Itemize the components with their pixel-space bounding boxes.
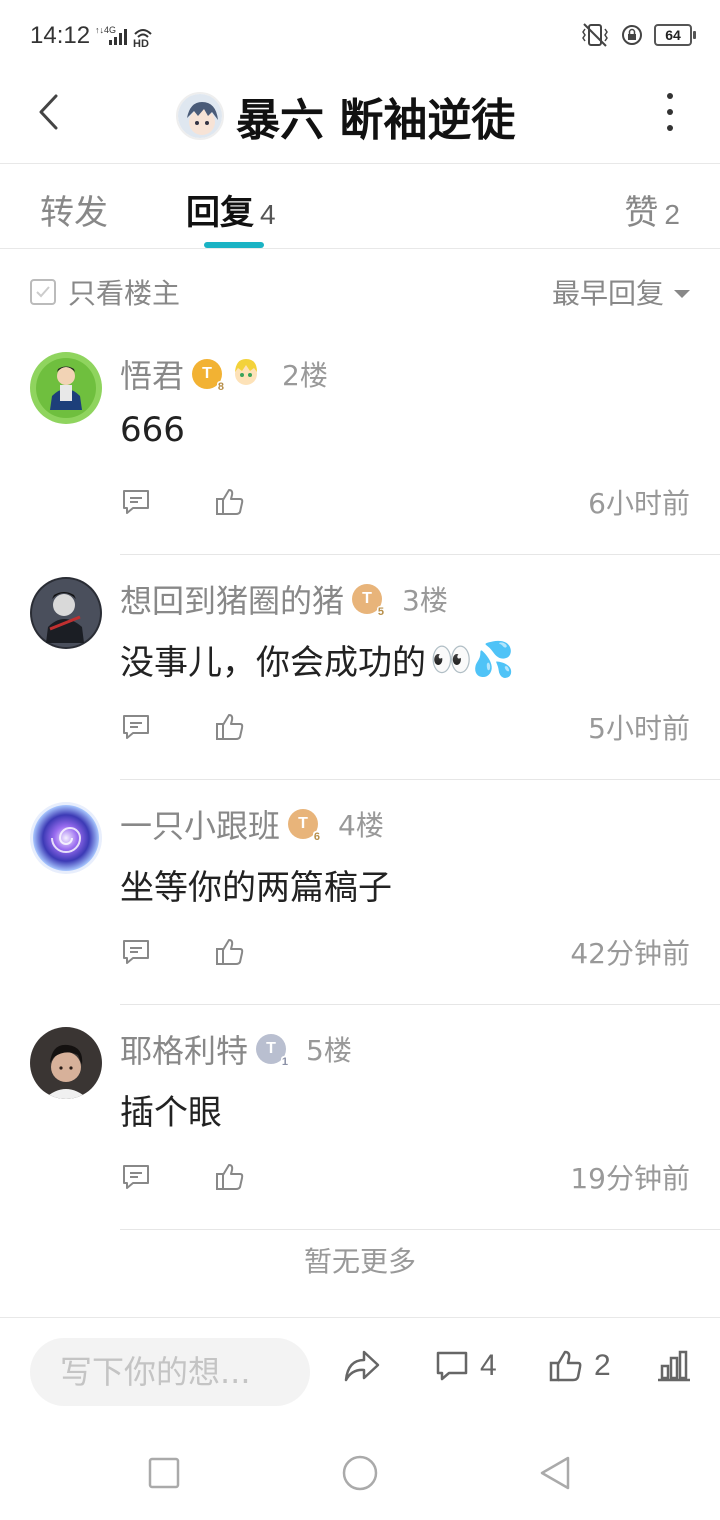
back-button[interactable] (28, 92, 68, 132)
floor-label: 2楼 (282, 359, 328, 392)
vibrate-icon (582, 23, 608, 47)
tab-replies[interactable]: 回复 4 (186, 185, 276, 234)
emoji-eyes-sweat: 👀💦 (430, 639, 515, 680)
share-arrow-icon (344, 1350, 380, 1382)
reply-time: 6小时前 (588, 487, 690, 520)
page-title: 暴六 断袖逆徒 (236, 95, 516, 146)
reply-content: 插个眼 (120, 1093, 222, 1133)
comment-icon[interactable] (120, 711, 152, 743)
reply-content: 没事儿，你会成功的 👀💦 (120, 639, 515, 684)
system-nav-bar (0, 1423, 720, 1520)
caret-down-icon (674, 290, 690, 298)
sort-dropdown[interactable]: 最早回复 (552, 272, 690, 312)
reply-time: 42分钟前 (570, 937, 690, 970)
author-avatar[interactable] (176, 92, 224, 140)
like-count-button[interactable]: 2 (548, 1348, 611, 1384)
svg-text:HD: HD (133, 38, 149, 48)
comment-count-button[interactable]: 4 (434, 1348, 497, 1384)
avatar[interactable] (30, 1027, 102, 1099)
fan-badge-icon (230, 356, 262, 392)
reply-actions: 19分钟前 (120, 1155, 690, 1199)
username[interactable]: 想回到猪圈的猪 (120, 576, 344, 622)
only-op-toggle[interactable]: 只看楼主 (30, 272, 180, 312)
level-badge-icon: T8 (192, 359, 226, 393)
replies-count: 4 (260, 199, 276, 230)
likes-count: 2 (664, 199, 680, 230)
floor-label: 4楼 (338, 809, 384, 842)
level-badge-icon: T5 (352, 584, 386, 618)
reply-item[interactable]: 悟君 T8 2楼 666 6小时前 (0, 330, 720, 555)
no-more-label: 暂无更多 (303, 1245, 416, 1278)
level-badge-icon: T1 (256, 1034, 290, 1068)
comment-icon[interactable] (120, 1161, 152, 1193)
share-button[interactable] (342, 1348, 382, 1384)
divider (120, 1229, 720, 1230)
reply-meta: 悟君 T8 2楼 (120, 352, 328, 396)
reply-actions: 5小时前 (120, 705, 690, 749)
comment-icon[interactable] (120, 936, 152, 968)
status-bar: 14:12 ↑↓ 4G HD 64 (0, 0, 720, 70)
checkbox-icon[interactable] (30, 279, 56, 305)
level-badge-icon: T6 (288, 809, 322, 843)
reply-content: 666 (120, 410, 185, 450)
sort-label: 最早回复 (551, 277, 664, 310)
battery-indicator: 64 (654, 24, 696, 46)
back-triangle-icon[interactable] (536, 1453, 576, 1493)
bottom-action-bar: 4 2 (0, 1317, 720, 1423)
bar-chart-icon (658, 1350, 690, 1382)
reply-item[interactable]: 一只小跟班 T6 4楼 坐等你的两篇稿子 42分钟前 (0, 780, 720, 1005)
reply-item[interactable]: 耶格利特 T1 5楼 插个眼 19分钟前 (0, 1005, 720, 1230)
like-icon[interactable] (214, 1161, 246, 1193)
title-wrap[interactable]: 暴六 断袖逆徒 (176, 84, 515, 148)
reply-meta: 想回到猪圈的猪 T5 3楼 (120, 577, 448, 621)
chevron-left-icon (39, 94, 58, 130)
like-icon[interactable] (214, 711, 246, 743)
like-icon (549, 1350, 582, 1382)
username[interactable]: 耶格利特 (120, 1026, 248, 1072)
username[interactable]: 悟君 (120, 351, 184, 397)
avatar[interactable] (30, 352, 102, 424)
top-bar: 暴六 断袖逆徒 (0, 70, 720, 164)
home-icon[interactable] (340, 1453, 380, 1493)
status-time: 14:12 (30, 22, 91, 49)
tabs: 转发 回复 4 赞 2 (0, 165, 720, 249)
tab-likes[interactable]: 赞 2 (624, 185, 680, 234)
reply-time: 19分钟前 (570, 1162, 690, 1195)
tab-repost[interactable]: 转发 (40, 185, 108, 234)
like-count: 2 (594, 1349, 611, 1382)
tab-indicator (204, 242, 264, 248)
reply-meta: 一只小跟班 T6 4楼 (120, 802, 384, 846)
reply-time: 5小时前 (588, 712, 690, 745)
like-icon[interactable] (214, 936, 246, 968)
username[interactable]: 一只小跟班 (120, 801, 280, 847)
only-op-label: 只看楼主 (68, 277, 181, 310)
avatar[interactable] (30, 577, 102, 649)
reply-meta: 耶格利特 T1 5楼 (120, 1027, 352, 1071)
stats-button[interactable] (656, 1348, 692, 1384)
more-dots-icon (667, 93, 673, 99)
more-options-button[interactable] (660, 92, 680, 132)
reply-item[interactable]: 想回到猪圈的猪 T5 3楼 没事儿，你会成功的 👀💦 5小时前 (0, 555, 720, 780)
reply-content: 坐等你的两篇稿子 (120, 868, 392, 908)
rotation-lock-icon (622, 25, 642, 45)
network-indicator: ↑↓ 4G HD (95, 24, 157, 48)
avatar[interactable] (30, 802, 102, 874)
like-icon[interactable] (214, 486, 246, 518)
comment-input[interactable] (30, 1338, 310, 1406)
svg-text:4G: 4G (104, 25, 116, 35)
comment-count: 4 (480, 1349, 497, 1382)
reply-actions: 42分钟前 (120, 930, 690, 974)
reply-actions: 6小时前 (120, 480, 690, 524)
signal-icon: ↑↓ 4G HD (95, 25, 152, 48)
comment-icon (436, 1351, 468, 1381)
svg-text:↑↓: ↑↓ (95, 25, 104, 35)
floor-label: 3楼 (402, 584, 448, 617)
comment-icon[interactable] (120, 486, 152, 518)
filter-row: 只看楼主 最早回复 (0, 250, 720, 330)
floor-label: 5楼 (306, 1034, 352, 1067)
recent-apps-icon[interactable] (144, 1453, 184, 1493)
